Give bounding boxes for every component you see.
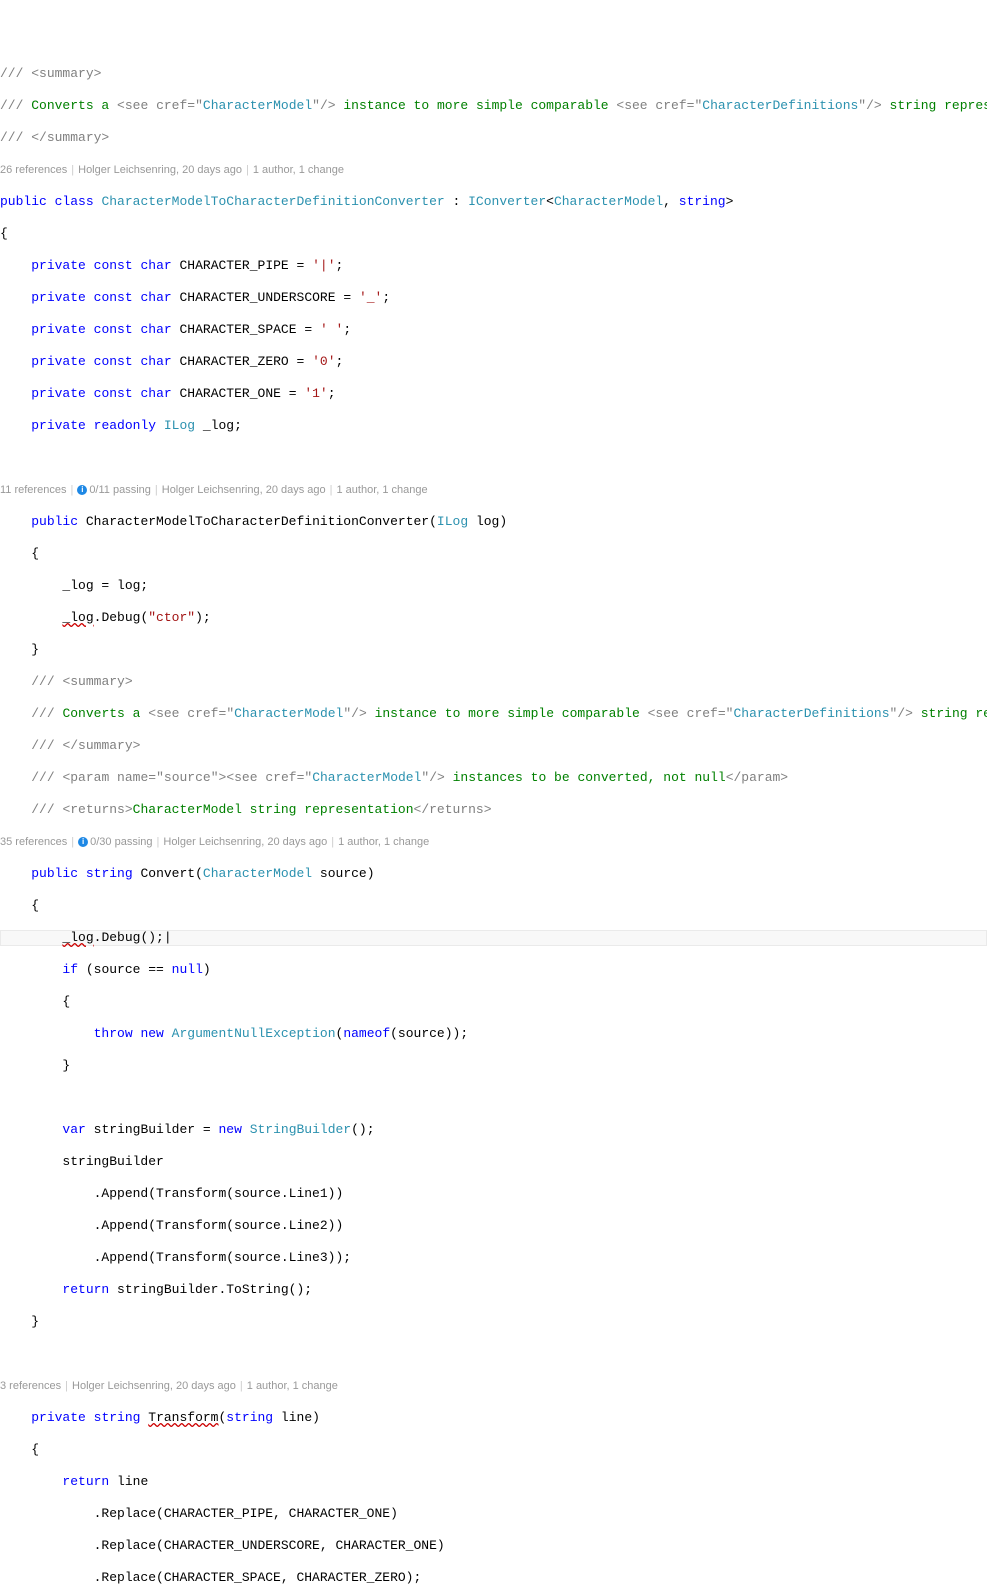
text-caret: |	[164, 930, 172, 945]
field-decl[interactable]: private readonly ILog _log;	[0, 418, 987, 434]
ctor-decl[interactable]: public CharacterModelToCharacterDefiniti…	[0, 514, 987, 530]
codelens-class[interactable]: 26 references|Holger Leichsenring, 20 da…	[0, 162, 987, 178]
test-status-icon: i	[77, 485, 87, 495]
codelens-ctor[interactable]: 11 references|i0/11 passing|Holger Leich…	[0, 482, 987, 498]
stmt[interactable]: stringBuilder	[0, 1154, 987, 1170]
field-decl[interactable]: private const char CHARACTER_UNDERSCORE …	[0, 290, 987, 306]
field-decl[interactable]: private const char CHARACTER_PIPE = '|';	[0, 258, 987, 274]
stmt[interactable]: return line	[0, 1474, 987, 1490]
brace-open[interactable]: {	[0, 1442, 987, 1458]
xml-doc-line[interactable]: /// <summary>	[0, 674, 987, 690]
brace-open[interactable]: {	[0, 994, 987, 1010]
stmt[interactable]: throw new ArgumentNullException(nameof(s…	[0, 1026, 987, 1042]
brace-open[interactable]: {	[0, 898, 987, 914]
stmt[interactable]: var stringBuilder = new StringBuilder();	[0, 1122, 987, 1138]
class-declaration[interactable]: public class CharacterModelToCharacterDe…	[0, 194, 987, 210]
stmt[interactable]: .Append(Transform(source.Line1))	[0, 1186, 987, 1202]
blank-line[interactable]	[0, 450, 987, 466]
codelens-changes[interactable]: 1 author, 1 change	[338, 836, 429, 848]
codelens-author[interactable]: Holger Leichsenring, 20 days ago	[162, 484, 326, 496]
codelens-convert[interactable]: 35 references|i0/30 passing|Holger Leich…	[0, 834, 987, 850]
field-decl[interactable]: private const char CHARACTER_ONE = '1';	[0, 386, 987, 402]
codelens-changes[interactable]: 1 author, 1 change	[253, 164, 344, 176]
see-cref: CharacterDefinitions	[702, 98, 858, 113]
codelens-refs[interactable]: 11 references	[0, 484, 66, 496]
brace-close[interactable]: }	[0, 642, 987, 658]
brace-open[interactable]: {	[0, 546, 987, 562]
see-cref: CharacterModel	[203, 98, 312, 113]
xml-doc-line[interactable]: /// <summary>	[0, 66, 987, 82]
stmt[interactable]: .Append(Transform(source.Line3));	[0, 1250, 987, 1266]
class-name: CharacterModelToCharacterDefinitionConve…	[101, 194, 444, 209]
stmt[interactable]: .Append(Transform(source.Line2))	[0, 1218, 987, 1234]
codelens-changes[interactable]: 1 author, 1 change	[247, 1380, 338, 1392]
squiggle: _log	[62, 930, 93, 945]
stmt[interactable]: .Replace(CHARACTER_SPACE, CHARACTER_ZERO…	[0, 1570, 987, 1586]
xml-doc-line[interactable]: /// </summary>	[0, 738, 987, 754]
xml-doc-line[interactable]: /// <param name="source"><see cref="Char…	[0, 770, 987, 786]
stmt[interactable]: return stringBuilder.ToString();	[0, 1282, 987, 1298]
codelens-author[interactable]: Holger Leichsenring, 20 days ago	[72, 1380, 236, 1392]
field-decl[interactable]: private const char CHARACTER_ZERO = '0';	[0, 354, 987, 370]
codelens-author[interactable]: Holger Leichsenring, 20 days ago	[163, 836, 327, 848]
blank-line[interactable]	[0, 1346, 987, 1362]
test-status-icon: i	[78, 837, 88, 847]
doc-prefix: ///	[0, 66, 31, 81]
field-decl[interactable]: private const char CHARACTER_SPACE = ' '…	[0, 322, 987, 338]
method-decl[interactable]: private string Transform(string line)	[0, 1410, 987, 1426]
brace-close[interactable]: }	[0, 1058, 987, 1074]
brace-close[interactable]: }	[0, 1314, 987, 1330]
squiggle: _log	[62, 610, 93, 625]
codelens-tests[interactable]: 0/30 passing	[90, 836, 152, 848]
codelens-tests[interactable]: 0/11 passing	[89, 484, 151, 496]
xml-doc-line[interactable]: /// Converts a <see cref="CharacterModel…	[0, 706, 987, 722]
doc-tag: <summary>	[31, 66, 101, 81]
codelens-author[interactable]: Holger Leichsenring, 20 days ago	[78, 164, 242, 176]
stmt[interactable]: if (source == null)	[0, 962, 987, 978]
codelens-transform[interactable]: 3 references|Holger Leichsenring, 20 day…	[0, 1378, 987, 1394]
codelens-changes[interactable]: 1 author, 1 change	[337, 484, 428, 496]
stmt[interactable]: _log.Debug("ctor");	[0, 610, 987, 626]
xml-doc-line[interactable]: /// <returns>CharacterModel string repre…	[0, 802, 987, 818]
method-decl[interactable]: public string Convert(CharacterModel sou…	[0, 866, 987, 882]
xml-doc-line[interactable]: /// </summary>	[0, 130, 987, 146]
brace-open[interactable]: {	[0, 226, 987, 242]
xml-doc-line[interactable]: /// Converts a <see cref="CharacterModel…	[0, 98, 987, 114]
codelens-refs[interactable]: 3 references	[0, 1380, 61, 1392]
blank-line[interactable]	[0, 1090, 987, 1106]
stmt[interactable]: _log = log;	[0, 578, 987, 594]
squiggle: Transform	[148, 1410, 218, 1425]
current-line[interactable]: _log.Debug();|	[0, 930, 987, 946]
codelens-refs[interactable]: 26 references	[0, 164, 67, 176]
stmt[interactable]: .Replace(CHARACTER_UNDERSCORE, CHARACTER…	[0, 1538, 987, 1554]
stmt[interactable]: .Replace(CHARACTER_PIPE, CHARACTER_ONE)	[0, 1506, 987, 1522]
codelens-refs[interactable]: 35 references	[0, 836, 67, 848]
